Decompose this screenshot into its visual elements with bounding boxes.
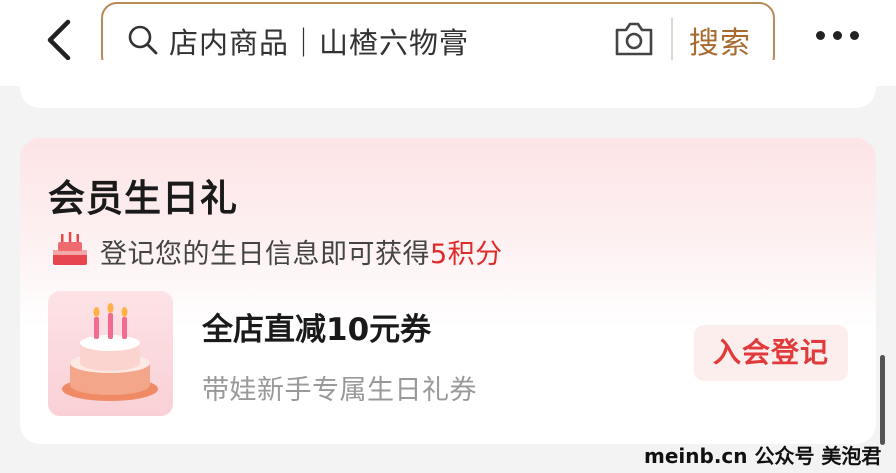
search-icon xyxy=(128,25,158,55)
card-subtitle: 登记您的生日信息即可获得5积分 xyxy=(100,232,503,271)
previous-card-bottom xyxy=(20,60,876,108)
camera-icon[interactable] xyxy=(613,20,655,58)
card-title: 会员生日礼 xyxy=(48,177,238,220)
watermark-text: meinb.cn 公众号 美泡君 xyxy=(644,444,882,468)
subtitle-text: 登记您的生日信息即可获得 xyxy=(100,239,430,270)
scrollbar[interactable] xyxy=(880,355,885,445)
join-register-button[interactable]: 入会登记 xyxy=(694,325,848,381)
back-arrow-icon[interactable] xyxy=(40,18,80,62)
search-divider xyxy=(671,18,673,60)
coupon-thumbnail xyxy=(48,291,173,416)
cake-icon xyxy=(53,232,87,265)
birthday-cake-illustration xyxy=(62,303,158,401)
search-button[interactable]: 搜索 xyxy=(689,18,751,62)
search-input-placeholder[interactable]: 店内商品｜山楂六物膏 xyxy=(169,20,469,62)
points-highlight: 5积分 xyxy=(430,239,503,270)
coupon-title: 全店直减10元券 xyxy=(202,312,432,348)
member-birthday-card: 会员生日礼 登记您的生日信息即可获得5积分 全店直减10元券 带娃新手专属生日礼… xyxy=(20,138,876,444)
coupon-description: 带娃新手专属生日礼券 xyxy=(202,375,477,406)
more-dots-icon[interactable] xyxy=(814,28,860,44)
